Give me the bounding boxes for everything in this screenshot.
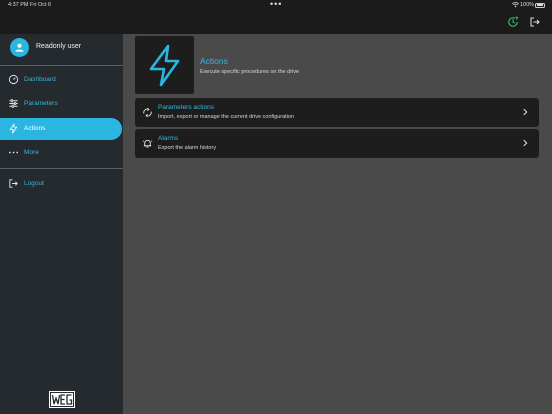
sidebar: Readonly user Dashboard Parameters Actio… [0, 34, 123, 414]
user-icon [15, 43, 24, 52]
top-bar [0, 10, 552, 34]
alarms-card[interactable]: Alarms Export the alarm history [135, 129, 539, 158]
parameters-sync-icon [143, 107, 152, 118]
sidebar-item-parameters[interactable]: Parameters [0, 93, 122, 115]
sidebar-item-dashboard[interactable]: Dashboard [0, 69, 122, 91]
card-title: Alarms [158, 135, 179, 142]
card-title: Parameters actions [158, 104, 214, 111]
sidebar-item-label: Dashboard [24, 76, 56, 83]
chevron-right-icon [523, 108, 528, 116]
battery-icon [535, 2, 545, 8]
avatar[interactable] [10, 38, 29, 57]
card-description: Import, export or manage the current dri… [158, 114, 295, 120]
status-time: 4:37 PM [8, 2, 29, 8]
status-bar: 4:37 PM Fri Oct 6 ••• 100% [0, 0, 552, 10]
card-description: Export the alarm history [158, 145, 217, 151]
actions-hero-tile [135, 36, 194, 94]
sync-status-icon[interactable] [507, 16, 519, 28]
sidebar-divider [0, 168, 123, 169]
alarm-bell-icon [142, 139, 153, 148]
page-subtitle: Execute specific procedures on the drive [200, 69, 300, 75]
sidebar-item-label: Actions [24, 125, 46, 132]
sliders-icon [9, 99, 18, 108]
more-dots-icon [9, 151, 18, 154]
logout-icon [9, 179, 18, 188]
parameters-actions-card[interactable]: Parameters actions Import, export or man… [135, 98, 539, 127]
lightning-icon [149, 44, 180, 87]
logout-icon[interactable] [529, 16, 541, 28]
dashboard-gauge-icon [8, 74, 19, 85]
user-name: Readonly user [36, 43, 82, 50]
sidebar-item-actions[interactable]: Actions [0, 118, 122, 140]
sidebar-item-label: More [24, 149, 39, 156]
wifi-icon [512, 2, 519, 8]
page-title: Actions [200, 56, 228, 66]
lightning-icon [9, 123, 18, 134]
sidebar-item-logout[interactable]: Logout [0, 173, 122, 195]
logout-label: Logout [24, 180, 44, 187]
battery-percent: 100% [520, 2, 535, 8]
chevron-right-icon [523, 139, 528, 147]
multitasking-dots-icon[interactable]: ••• [270, 0, 282, 9]
status-date: Fri Oct 6 [30, 2, 52, 8]
sidebar-item-more[interactable]: More [0, 142, 122, 164]
main-content: Actions Execute specific procedures on t… [123, 34, 552, 414]
user-panel: Readonly user [0, 34, 123, 66]
sidebar-item-label: Parameters [24, 100, 58, 107]
weg-logo [49, 391, 75, 408]
